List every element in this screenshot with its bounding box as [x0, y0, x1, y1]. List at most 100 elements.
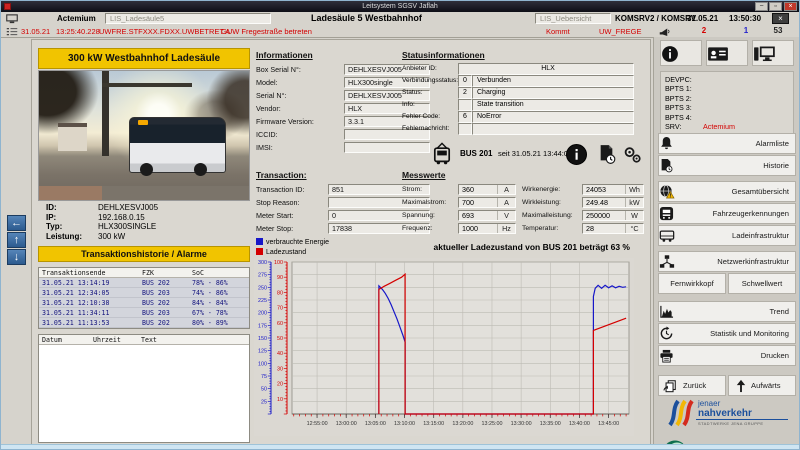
svg-text:300: 300: [258, 260, 267, 266]
nav-down-button[interactable]: ↓: [7, 249, 26, 265]
section-informationen: Informationen: [256, 50, 313, 60]
svg-text:40: 40: [277, 351, 283, 357]
sidebar-item-alarmliste[interactable]: Alarmliste: [658, 133, 796, 154]
alarm-time: 13:25:40.228: [56, 25, 100, 38]
photo-building: [58, 123, 87, 151]
alarm-count-total: 53: [767, 25, 789, 37]
main-panel: 300 kW Westbahnhof Ladesäule ID:DEHLXESV…: [31, 39, 651, 445]
sidebar-item-historie[interactable]: Historie: [658, 155, 796, 176]
section-transaction: Transaction:: [256, 170, 307, 180]
window-bottom-edge: [1, 444, 799, 449]
nav-up-button[interactable]: ↑: [7, 232, 26, 248]
svg-text:13:20:00: 13:20:00: [452, 421, 473, 427]
sidebar-item-aufwaerts[interactable]: Aufwärts: [728, 375, 796, 396]
svg-text:50: 50: [277, 336, 283, 342]
svg-text:150: 150: [258, 336, 267, 342]
svg-text:25: 25: [261, 399, 267, 405]
trend-chart-svg: 2550751001251501752002252502753001020304…: [254, 258, 634, 436]
imsi-input[interactable]: [344, 142, 430, 153]
table-row[interactable]: 31.05.21 12:10:38BUS 20284% - 84%: [39, 298, 249, 308]
station-type: HLX300SINGLE: [98, 222, 156, 232]
station-title: 300 kW Westbahnhof Ladesäule: [38, 48, 250, 69]
sidebar-item-statistik[interactable]: Statistik und Monitoring: [658, 323, 796, 344]
table-row[interactable]: 31.05.21 11:13:53BUS 20280% - 89%: [39, 318, 249, 328]
sidebar-item-fernwirkkopf[interactable]: Fernwirkkopf: [658, 273, 726, 294]
section-messwerte: Messwerte: [402, 170, 445, 180]
svg-text:70: 70: [277, 306, 283, 312]
alarm-log-icon[interactable]: [6, 27, 18, 37]
sidebar-info-button[interactable]: [660, 40, 702, 66]
up-arrow-icon: [735, 379, 747, 393]
nav-left-button[interactable]: ←: [7, 215, 26, 231]
info-button[interactable]: [566, 144, 587, 165]
report-history-button[interactable]: [596, 144, 617, 165]
header-time: 13:50:30: [729, 12, 761, 25]
charging-arm: [102, 83, 192, 87]
svg-text:10: 10: [277, 397, 283, 403]
messwerte-col1: Strom:360A Maximalstrom:700A Spannung:69…: [402, 183, 518, 235]
station-ip: 192.168.0.15: [98, 213, 145, 223]
svg-text:200: 200: [258, 311, 267, 317]
status-value: Charging: [472, 87, 634, 99]
chart-legend: verbrauchte Energie Ladezustand: [256, 238, 329, 257]
close-icon[interactable]: ×: [784, 2, 797, 11]
current-soc-text: aktueller Ladezustand von BUS 201 beträg…: [433, 242, 630, 252]
info-label: Typ:: [38, 222, 98, 232]
stats-clock-icon: [659, 326, 683, 341]
col-uhrzeit: Uhrzeit: [93, 335, 139, 344]
alarm-table-body[interactable]: [39, 345, 249, 442]
sidebar-item-fahrzeugerkennungen[interactable]: Fahrzeugerkennungen: [658, 203, 796, 224]
current-picture-field[interactable]: LIS_Ladesäule5: [105, 13, 271, 24]
transaction-history-table: Transaktionsende FZK SoC 31.05.21 13:14:…: [38, 267, 250, 329]
network-icon: [659, 254, 683, 269]
svg-text:225: 225: [258, 298, 267, 304]
sidebar-item-gesamtuebersicht[interactable]: Gesamtübersicht: [658, 181, 796, 202]
info-label: ID:: [38, 203, 98, 213]
minimize-icon[interactable]: −: [755, 2, 768, 11]
info-value: State transition: [472, 99, 634, 111]
table-row[interactable]: 31.05.21 13:14:19BUS 20278% - 86%: [39, 278, 249, 288]
alarm-text-table: Datum Uhrzeit Text: [38, 334, 250, 443]
col-transaktionsende: Transaktionsende: [39, 268, 142, 277]
horn-icon[interactable]: [659, 26, 671, 37]
sidebar-item-trend[interactable]: Trend: [658, 301, 796, 322]
sidebar-item-drucken[interactable]: Drucken: [658, 345, 796, 366]
station-id: DEHLXESVJ005: [98, 203, 158, 213]
bus-outline-icon: [659, 229, 683, 243]
connected-bus-label: BUS 201: [460, 149, 492, 158]
settings-gears-icon[interactable]: [622, 144, 643, 165]
header-date: 31.05.21: [687, 12, 718, 25]
info-label: Leistung:: [38, 232, 98, 242]
sidebar-screens-button[interactable]: [752, 40, 794, 66]
sidebar-item-schwellwert[interactable]: Schwellwert: [728, 273, 796, 294]
svg-text:13:45:00: 13:45:00: [598, 421, 619, 427]
maxstrom-value: 700: [459, 198, 498, 207]
header-close-button[interactable]: ×: [772, 13, 789, 24]
globe-warning-icon: [659, 184, 683, 199]
workstation-status-icon[interactable]: [6, 14, 18, 24]
sidebar-item-netzwerkinfrastruktur[interactable]: Netzwerkinfrastruktur: [658, 251, 796, 272]
svg-text:13:10:00: 13:10:00: [394, 421, 415, 427]
maximize-icon[interactable]: ▫: [769, 2, 782, 11]
sidebar-item-zurueck[interactable]: Zurück: [658, 375, 726, 396]
info-label: IP:: [38, 213, 98, 223]
verbindung-value: Verbunden: [472, 75, 634, 87]
vehicle-id-icon: [659, 206, 683, 221]
station-panel: 300 kW Westbahnhof Ladesäule ID:DEHLXESV…: [38, 48, 250, 443]
photo-road: [39, 186, 249, 200]
col-text: Text: [139, 335, 249, 344]
col-datum: Datum: [39, 335, 93, 344]
alarm-count-unacked: 2: [693, 25, 715, 37]
sidebar-contacts-button[interactable]: [706, 40, 748, 66]
table-row[interactable]: 31.05.21 11:34:11BUS 20367% - 78%: [39, 308, 249, 318]
table-row[interactable]: 31.05.21 12:34:05BUS 20374% - 86%: [39, 288, 249, 298]
station-photo: [38, 70, 250, 201]
server-status-list: DEVPC: BPTS 1: BPTS 2: BPTS 3: BPTS 4: S…: [660, 71, 794, 135]
page-title: Ladesäule 5 Westbahnhof: [311, 12, 422, 25]
alarm-date: 31.05.21: [21, 25, 50, 38]
printer-icon: [659, 349, 683, 363]
overview-field[interactable]: LIS_Uebersicht: [535, 13, 611, 24]
sidebar-item-ladeinfrastruktur[interactable]: Ladeinfrastruktur: [658, 225, 796, 246]
alarm-count-pending: 1: [735, 25, 757, 37]
svg-text:13:05:00: 13:05:00: [365, 421, 386, 427]
